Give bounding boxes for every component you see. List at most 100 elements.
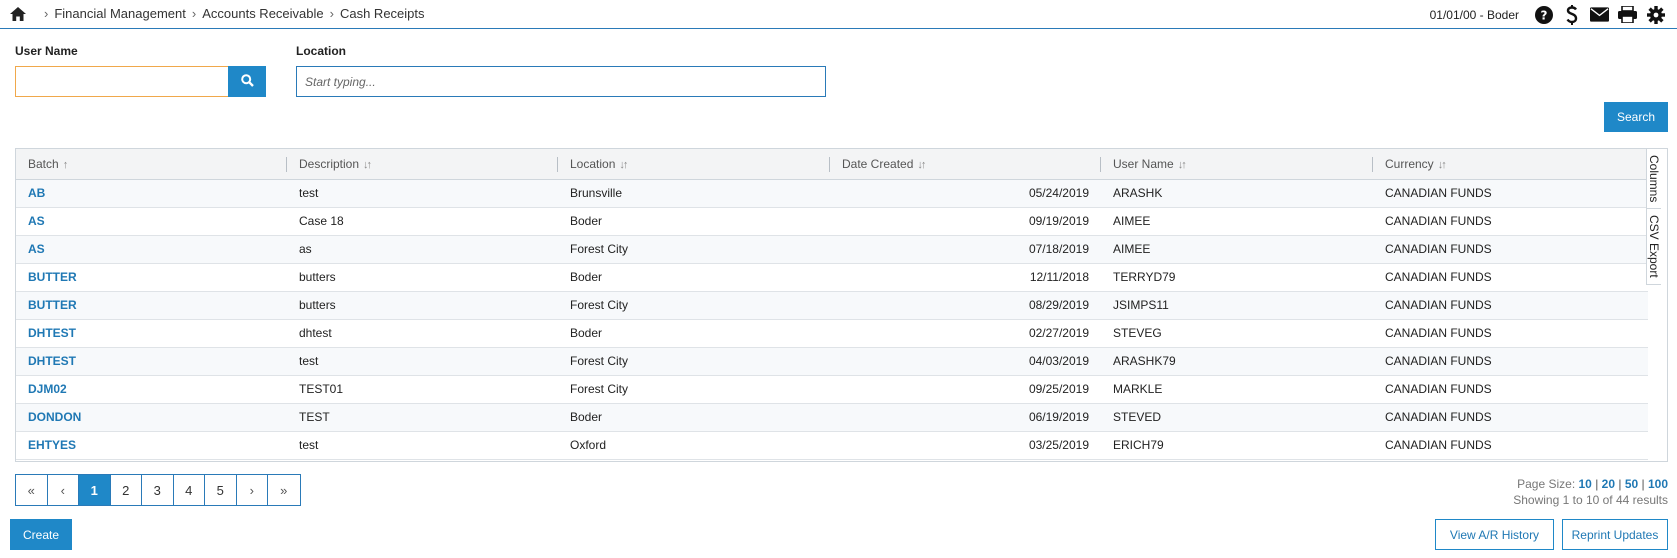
mail-icon[interactable]	[1590, 5, 1609, 24]
column-header-batch[interactable]: Batch ↑	[16, 149, 287, 179]
cell-currency: CANADIAN FUNDS	[1385, 270, 1492, 284]
column-header-user-name[interactable]: User Name ↓↑	[1101, 149, 1373, 179]
username-input[interactable]	[15, 66, 229, 97]
username-label: User Name	[15, 44, 78, 58]
batch-link[interactable]: AB	[16, 180, 287, 207]
breadcrumb-separator: ›	[44, 6, 49, 21]
table-row: DJM02 TEST01 Forest City 09/25/2019 MARK…	[16, 376, 1648, 404]
page-size-option-50[interactable]: 50	[1625, 477, 1638, 491]
print-icon[interactable]	[1618, 5, 1637, 24]
help-icon[interactable]: ?	[1534, 5, 1553, 24]
batch-link[interactable]: DHTEST	[16, 348, 287, 375]
column-header-currency[interactable]: Currency ↓↑	[1373, 149, 1648, 179]
page-button-3[interactable]: 3	[142, 475, 174, 505]
header-tools: 01/01/00 - Boder ?	[1429, 4, 1665, 25]
page-size-option-20[interactable]: 20	[1602, 477, 1615, 491]
cell-description: test	[299, 186, 319, 200]
breadcrumb-cash-receipts: Cash Receipts	[339, 6, 425, 21]
session-info: 01/01/00 - Boder	[1429, 7, 1519, 22]
page-size-label: Page Size:	[1517, 477, 1576, 491]
table-row: EHTYES test Oxford 03/25/2019 ERICH79 CA…	[16, 432, 1648, 460]
cell-description: TEST01	[299, 382, 344, 396]
table-row: AS as Forest City 07/18/2019 AIMEE CANAD…	[16, 236, 1648, 264]
cell-currency: CANADIAN FUNDS	[1385, 410, 1492, 424]
search-icon	[240, 73, 254, 90]
cell-currency: CANADIAN FUNDS	[1385, 214, 1492, 228]
columns-tab[interactable]: Columns	[1647, 149, 1661, 209]
page-button-1[interactable]: 1	[79, 475, 111, 505]
page-button-5[interactable]: 5	[205, 475, 237, 505]
prev-page-button[interactable]: ‹	[47, 475, 79, 505]
top-bar: › Financial Management › Accounts Receiv…	[0, 0, 1677, 29]
column-header-label: Description	[299, 157, 360, 171]
csv-export-tab[interactable]: CSV Export	[1647, 209, 1661, 285]
page-size-option-100[interactable]: 100	[1648, 477, 1668, 491]
cell-date-created: 09/25/2019	[1028, 382, 1089, 396]
cell-currency: CANADIAN FUNDS	[1385, 242, 1492, 256]
first-page-button[interactable]: «	[16, 475, 48, 505]
cell-user-name: STEVEG	[1113, 326, 1162, 340]
cell-user-name: JSIMPS11	[1113, 298, 1169, 312]
batch-link[interactable]: AS	[16, 236, 287, 263]
view-ar-history-button[interactable]: View A/R History	[1435, 519, 1554, 550]
cell-location: Oxford	[570, 438, 607, 452]
search-button[interactable]: Search	[1604, 102, 1668, 132]
page-button-4[interactable]: 4	[173, 475, 205, 505]
cell-description: test	[299, 438, 319, 452]
cell-currency: CANADIAN FUNDS	[1385, 186, 1492, 200]
batch-link[interactable]: AS	[16, 208, 287, 235]
cell-location: Forest City	[570, 354, 629, 368]
cell-date-created: 03/25/2019	[1028, 438, 1089, 452]
sort-icon: ↓↑	[363, 159, 372, 171]
results-summary: Showing 1 to 10 of 44 results	[1513, 493, 1668, 507]
cell-currency: CANADIAN FUNDS	[1385, 298, 1492, 312]
cell-location: Forest City	[570, 298, 629, 312]
column-header-date-created[interactable]: Date Created ↓↑	[830, 149, 1101, 179]
cell-user-name: STEVED	[1113, 410, 1162, 424]
create-button[interactable]: Create	[10, 519, 72, 550]
batches-grid: Batch ↑ Description ↓↑ Location ↓↑ Date Cre…	[15, 148, 1668, 462]
grid-header: Batch ↑ Description ↓↑ Location ↓↑ Date Cre…	[16, 149, 1648, 180]
column-header-label: Date Created	[842, 157, 914, 171]
cell-user-name: AIMEE	[1113, 242, 1151, 256]
cell-date-created: 08/29/2019	[1028, 298, 1089, 312]
cell-date-created: 02/27/2019	[1028, 326, 1089, 340]
cell-currency: CANADIAN FUNDS	[1385, 382, 1492, 396]
column-header-location[interactable]: Location ↓↑	[558, 149, 830, 179]
cell-description: TEST	[299, 410, 330, 424]
table-row: BUTTER butters Boder 12/11/2018 TERRYD79…	[16, 264, 1648, 292]
table-row: BUTTER butters Forest City 08/29/2019 JS…	[16, 292, 1648, 320]
breadcrumb-separator: ›	[191, 6, 197, 21]
batch-link[interactable]: BUTTER	[16, 292, 287, 319]
last-page-button[interactable]: »	[268, 475, 300, 505]
cell-description: as	[299, 242, 312, 256]
column-header-description[interactable]: Description ↓↑	[287, 149, 558, 179]
dollar-icon[interactable]	[1562, 4, 1581, 25]
username-search-button[interactable]	[228, 66, 266, 97]
cell-location: Boder	[570, 214, 603, 228]
sort-icon: ↑	[62, 159, 68, 171]
location-input[interactable]	[296, 66, 826, 97]
home-icon[interactable]	[10, 7, 26, 21]
next-page-button[interactable]: ›	[236, 475, 268, 505]
cell-description: dhtest	[299, 326, 332, 340]
breadcrumb-separator: ›	[329, 6, 334, 21]
batch-link[interactable]: DHTEST	[16, 320, 287, 347]
batch-link[interactable]: DONDON	[16, 404, 287, 431]
gear-icon[interactable]	[1646, 5, 1665, 24]
cell-date-created: 07/18/2019	[1028, 242, 1089, 256]
breadcrumb-financial-management[interactable]: Financial Management	[54, 6, 186, 21]
page-button-2[interactable]: 2	[110, 475, 142, 505]
batch-link[interactable]: BUTTER	[16, 264, 287, 291]
cell-user-name: ARASHK79	[1113, 354, 1176, 368]
cell-description: butters	[299, 270, 336, 284]
reprint-updates-button[interactable]: Reprint Updates	[1562, 519, 1668, 550]
cell-user-name: ARASHK	[1113, 186, 1163, 200]
cell-date-created: 04/03/2019	[1028, 354, 1089, 368]
batch-link[interactable]: DJM02	[16, 376, 287, 403]
cell-date-created: 12/11/2018	[1029, 270, 1089, 284]
breadcrumb-accounts-receivable[interactable]: Accounts Receivable	[202, 6, 323, 21]
page-size-option-10[interactable]: 10	[1579, 477, 1592, 491]
batch-link[interactable]: EHTYES	[16, 432, 287, 459]
cell-user-name: AIMEE	[1113, 214, 1151, 228]
